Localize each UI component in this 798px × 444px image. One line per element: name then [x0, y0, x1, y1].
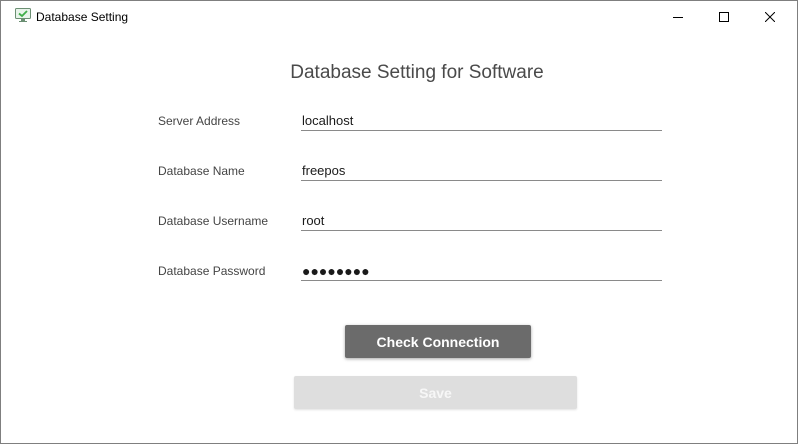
database-username-input[interactable]	[301, 211, 662, 231]
database-name-input[interactable]	[301, 161, 662, 181]
server-address-label: Server Address	[158, 114, 241, 128]
close-button[interactable]	[747, 1, 793, 32]
database-setting-window: Database Setting Database Setting for So…	[0, 0, 798, 444]
title-bar[interactable]: Database Setting	[1, 1, 797, 32]
minimize-button[interactable]	[655, 1, 701, 32]
server-address-input[interactable]	[301, 111, 662, 131]
database-name-label: Database Name	[158, 164, 245, 178]
maximize-icon	[719, 11, 729, 22]
database-password-label: Database Password	[158, 264, 266, 278]
page-title: Database Setting for Software	[290, 62, 544, 83]
monitor-check-icon	[15, 8, 31, 22]
minimize-icon	[673, 12, 683, 22]
database-password-input[interactable]	[301, 261, 662, 281]
maximize-button[interactable]	[701, 1, 747, 32]
database-username-label: Database Username	[158, 214, 269, 228]
close-icon	[765, 11, 775, 22]
check-connection-button[interactable]: Check Connection	[345, 325, 531, 358]
window-title: Database Setting	[36, 10, 129, 24]
save-button[interactable]: Save	[294, 376, 577, 409]
